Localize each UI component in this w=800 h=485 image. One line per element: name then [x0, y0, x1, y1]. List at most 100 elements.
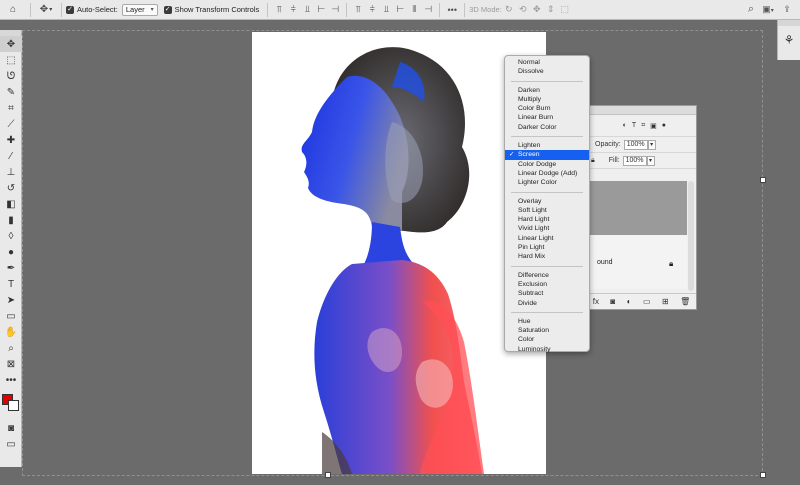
lock-icon[interactable]: 🔒︎: [591, 157, 595, 165]
blend-mode-saturation[interactable]: Saturation: [505, 326, 589, 335]
new-group-icon[interactable]: ▭: [643, 297, 651, 306]
auto-select-target-dropdown[interactable]: Layer ▾: [121, 3, 158, 16]
blend-mode-hard-mix[interactable]: Hard Mix: [505, 252, 589, 261]
blend-mode-overlay[interactable]: Overlay: [505, 197, 589, 206]
align-center-icon[interactable]: ⊣: [328, 4, 342, 15]
blend-mode-linear-light[interactable]: Linear Light: [505, 234, 589, 243]
blend-mode-exclusion[interactable]: Exclusion: [505, 280, 589, 289]
workspace-switcher-icon[interactable]: ▣▾: [758, 4, 778, 15]
more-options-icon[interactable]: •••: [444, 5, 460, 15]
show-transform-checkbox[interactable]: ✓: [163, 5, 172, 14]
layers-panel-icon[interactable]: ⚘: [778, 26, 800, 54]
move-tool-icon[interactable]: ✥: [0, 36, 22, 52]
distribute-bottom-icon[interactable]: ⫫: [379, 4, 393, 15]
auto-select-checkbox[interactable]: ✓: [66, 5, 74, 14]
crop-tool-icon[interactable]: ⌗: [0, 100, 22, 116]
3d-pan-icon[interactable]: ✥: [530, 4, 544, 15]
quick-select-tool-icon[interactable]: ✎: [0, 84, 22, 100]
blend-mode-lighter-color[interactable]: Lighter Color: [505, 178, 589, 187]
3d-scale-icon[interactable]: ⬚: [558, 4, 572, 15]
lasso-tool-icon[interactable]: ᘎ: [0, 68, 22, 84]
layer-row-background[interactable]: ound 🔒︎: [587, 235, 687, 289]
document-canvas[interactable]: [252, 32, 546, 474]
distribute-middle-icon[interactable]: ⫩: [365, 4, 379, 15]
blend-mode-darken[interactable]: Darken: [505, 86, 589, 95]
clone-stamp-tool-icon[interactable]: ⊥: [0, 164, 22, 180]
3d-orbit-icon[interactable]: ↻: [502, 4, 516, 15]
blend-mode-normal[interactable]: Normal: [505, 58, 589, 67]
healing-brush-tool-icon[interactable]: ✚: [0, 132, 22, 148]
distribute-top-icon[interactable]: ⫪: [351, 4, 365, 15]
blur-tool-icon[interactable]: ◊: [0, 228, 22, 244]
history-brush-tool-icon[interactable]: ↺: [0, 180, 22, 196]
blend-mode-luminosity[interactable]: Luminosity: [505, 345, 589, 354]
layers-scrollbar[interactable]: [688, 181, 694, 291]
layers-panel-header[interactable]: [587, 106, 696, 115]
opacity-dropdown[interactable]: ▾: [647, 139, 656, 150]
screen-mode-icon[interactable]: ▭: [0, 436, 22, 452]
new-layer-icon[interactable]: ⊞: [662, 297, 669, 306]
blend-mode-darker-color[interactable]: Darker Color: [505, 123, 589, 132]
layer-row-selected[interactable]: [587, 181, 687, 235]
trash-icon[interactable]: 🗑︎: [680, 297, 690, 306]
filter-shape-icon[interactable]: ⌗: [641, 122, 645, 130]
path-select-tool-icon[interactable]: ➤: [0, 292, 22, 308]
filter-toggle-icon[interactable]: ●: [662, 122, 666, 129]
quick-mask-icon[interactable]: ◙: [0, 420, 22, 436]
filter-smart-object-icon[interactable]: ▣: [650, 122, 657, 130]
blend-mode-pin-light[interactable]: Pin Light: [505, 243, 589, 252]
eyedropper-tool-icon[interactable]: ⟋: [0, 116, 22, 132]
fill-dropdown[interactable]: ▾: [646, 155, 655, 166]
shape-tool-icon[interactable]: ▭: [0, 308, 22, 324]
fx-icon[interactable]: fx: [593, 297, 599, 306]
gradient-tool-icon[interactable]: ▮: [0, 212, 22, 228]
blend-mode-color-burn[interactable]: Color Burn: [505, 104, 589, 113]
blend-mode-soft-light[interactable]: Soft Light: [505, 206, 589, 215]
blend-mode-linear-burn[interactable]: Linear Burn: [505, 113, 589, 122]
filter-adjustment-icon[interactable]: ◐: [623, 122, 627, 129]
blend-mode-subtract[interactable]: Subtract: [505, 289, 589, 298]
marquee-tool-icon[interactable]: ⬚: [0, 52, 22, 68]
search-icon[interactable]: ⌕: [744, 3, 758, 16]
align-left-icon[interactable]: ⊢: [314, 4, 328, 15]
add-mask-icon[interactable]: ◙: [610, 297, 615, 306]
blend-mode-color-dodge[interactable]: Color Dodge: [505, 160, 589, 169]
distribute-right-icon[interactable]: ⊣: [421, 4, 435, 15]
blend-mode-linear-dodge-add[interactable]: Linear Dodge (Add): [505, 169, 589, 178]
brush-tool-icon[interactable]: ⁄: [0, 148, 22, 164]
3d-roll-icon[interactable]: ⟲: [516, 4, 530, 15]
pen-tool-icon[interactable]: ✒: [0, 260, 22, 276]
transform-handle[interactable]: [760, 472, 766, 478]
3d-slide-icon[interactable]: ⇕: [544, 4, 558, 15]
transform-handle[interactable]: [760, 177, 766, 183]
blend-mode-lighten[interactable]: Lighten: [505, 141, 589, 150]
hand-tool-icon[interactable]: ✋: [0, 324, 22, 340]
opacity-field[interactable]: 100%: [623, 139, 648, 150]
distribute-center-icon[interactable]: ⫴: [407, 4, 421, 15]
transform-handle[interactable]: [325, 472, 331, 478]
blend-mode-hue[interactable]: Hue: [505, 317, 589, 326]
align-top-icon[interactable]: ⫪: [272, 4, 286, 15]
home-icon[interactable]: ⌂: [0, 0, 26, 20]
dodge-tool-icon[interactable]: ●: [0, 244, 22, 260]
blend-mode-color[interactable]: Color: [505, 335, 589, 344]
blend-mode-divide[interactable]: Divide: [505, 299, 589, 308]
align-middle-icon[interactable]: ⫩: [286, 4, 300, 15]
blend-mode-vivid-light[interactable]: Vivid Light: [505, 224, 589, 233]
blend-mode-hard-light[interactable]: Hard Light: [505, 215, 589, 224]
filter-type-icon[interactable]: T: [632, 122, 636, 129]
adjustment-layer-icon[interactable]: ◐: [627, 297, 632, 306]
blend-mode-difference[interactable]: Difference: [505, 271, 589, 280]
edit-toolbar-icon[interactable]: ⊠: [0, 356, 22, 372]
more-tools-icon[interactable]: •••: [0, 372, 22, 388]
blend-mode-screen[interactable]: ✓ Screen: [505, 150, 589, 160]
distribute-left-icon[interactable]: ⊢: [393, 4, 407, 15]
zoom-tool-icon[interactable]: ⌕: [0, 340, 22, 356]
share-icon[interactable]: ⇪: [778, 4, 796, 15]
blend-mode-dissolve[interactable]: Dissolve: [505, 67, 589, 76]
eraser-tool-icon[interactable]: ◧: [0, 196, 22, 212]
align-bottom-icon[interactable]: ⫫: [300, 4, 314, 15]
fill-field[interactable]: 100%: [622, 155, 647, 166]
blend-mode-multiply[interactable]: Multiply: [505, 95, 589, 104]
move-icon[interactable]: ✥ ▾: [35, 0, 57, 20]
